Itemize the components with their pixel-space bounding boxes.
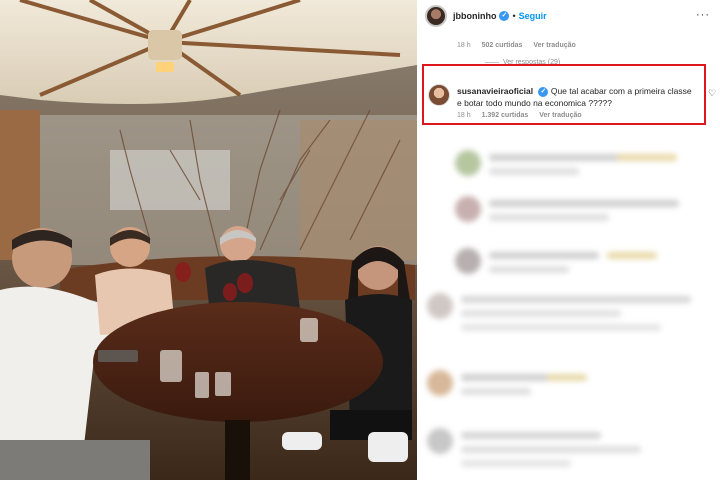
comment-meta: 18 h 502 curtidas Ver tradução bbox=[457, 42, 585, 49]
follow-button[interactable]: Seguir bbox=[519, 11, 547, 21]
highlighted-comment-likes[interactable]: 1.392 curtidas bbox=[482, 112, 529, 119]
header-separator: • bbox=[512, 11, 516, 21]
author-avatar[interactable] bbox=[425, 5, 447, 27]
verified-badge-icon: ✓ bbox=[499, 11, 510, 21]
highlighted-comment-time: 18 h bbox=[457, 112, 471, 119]
heart-icon[interactable]: ♡ bbox=[708, 88, 716, 99]
more-options-icon[interactable]: ··· bbox=[696, 9, 710, 21]
verified-badge-icon: ✓ bbox=[538, 86, 549, 97]
translate-link[interactable]: Ver tradução bbox=[533, 42, 575, 49]
replies-divider bbox=[485, 62, 499, 63]
blurred-comments bbox=[417, 128, 720, 480]
commenter-username[interactable]: susanavieiraoficial bbox=[457, 86, 533, 96]
post-photo[interactable] bbox=[0, 0, 417, 480]
post-image bbox=[0, 0, 417, 480]
comment-likes[interactable]: 502 curtidas bbox=[482, 42, 523, 49]
highlighted-comment: susanavieiraoficial ✓ Que tal acabar com… bbox=[422, 64, 706, 125]
comment-body: susanavieiraoficial ✓ Que tal acabar com… bbox=[457, 85, 697, 109]
highlighted-comment-meta: 18 h 1.392 curtidas Ver tradução bbox=[457, 112, 591, 119]
highlighted-translate-link[interactable]: Ver tradução bbox=[539, 112, 581, 119]
post-header: jbboninho ✓ • Seguir ··· bbox=[417, 0, 720, 32]
commenter-avatar[interactable] bbox=[428, 84, 450, 106]
comment-time: 18 h bbox=[457, 42, 471, 49]
author-username[interactable]: jbboninho bbox=[453, 11, 496, 21]
comments-panel: jbboninho ✓ • Seguir ··· 18 h 502 curtid… bbox=[417, 0, 720, 480]
